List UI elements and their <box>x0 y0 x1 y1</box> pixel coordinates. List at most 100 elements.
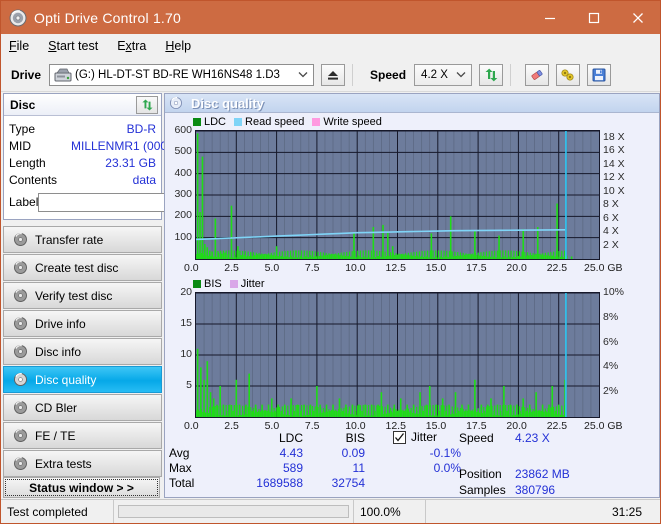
window-title: Opti Drive Control 1.70 <box>34 9 181 26</box>
disc-icon <box>10 372 30 387</box>
sidebar-nav: Transfer rate Create test disc Verify te… <box>3 226 162 477</box>
tools-button[interactable] <box>556 63 581 86</box>
readout-speed-label: Speed <box>459 431 494 445</box>
y2-tick-label: 2 X <box>603 238 619 251</box>
y2-tick-label: 6 X <box>603 211 619 224</box>
jitter-toggle[interactable]: Jitter <box>393 430 437 444</box>
chevron-down-icon[interactable] <box>453 71 469 78</box>
minimize-button[interactable] <box>528 1 572 34</box>
sidebar-item-fe-te[interactable]: FE / TE <box>3 422 162 449</box>
sidebar-item-label: Disc quality <box>35 372 97 387</box>
disc-row-mid-value: MILLENMR1 (000) <box>71 138 172 153</box>
disc-icon <box>10 400 30 415</box>
app-icon <box>9 9 27 27</box>
stats-row-max-label: Max <box>169 460 192 475</box>
y2-tick-label: 16 X <box>603 144 625 157</box>
content-header: Disc quality <box>165 94 659 113</box>
menu-bar: File Start test Extra Help <box>1 34 660 58</box>
menu-item-start-test[interactable]: Start test <box>48 37 109 55</box>
jitter-checkbox[interactable] <box>393 430 406 444</box>
disc-icon <box>10 316 30 331</box>
save-button[interactable] <box>587 63 612 86</box>
sidebar-item-disc-quality[interactable]: Disc quality <box>3 366 162 393</box>
sidebar-item-label: CD Bler <box>35 400 78 415</box>
sidebar-item-label: Transfer rate <box>35 232 104 247</box>
stats-row-max-jitter: 0.0% <box>433 460 461 475</box>
top-chart-canvas <box>195 130 599 259</box>
close-button[interactable] <box>616 1 660 34</box>
stats-header-bis: BIS <box>345 430 365 445</box>
menu-item-file[interactable]: File <box>9 37 40 55</box>
disc-panel-body: Type BD-R MID MILLENMR1 (000) Length 23.… <box>4 116 242 219</box>
eject-button[interactable] <box>321 63 346 86</box>
sidebar-item-create-test-disc[interactable]: Create test disc <box>3 254 162 281</box>
progress-cell <box>113 499 353 523</box>
status-bar: Test completed 100.0% 31:25 <box>1 499 660 523</box>
x-tick-label: 7.5 <box>304 262 320 274</box>
x-tick-label: 15.0 <box>425 262 447 274</box>
menu-item-help[interactable]: Help <box>165 37 202 55</box>
menu-extra-a: E <box>117 39 126 53</box>
x-tick-label: 2.5 <box>224 262 239 274</box>
refresh-button[interactable] <box>479 63 504 86</box>
sidebar-item-drive-info[interactable]: Drive info <box>3 310 162 337</box>
disc-row-mid: MID MILLENMR1 (000) <box>9 137 171 154</box>
readout-position-value: 23862 MB <box>515 467 570 481</box>
menu-item-extra[interactable]: Extra <box>117 37 157 55</box>
jitter-label: Jitter <box>411 430 438 444</box>
progress-percent: 100.0% <box>353 499 425 523</box>
readout-samples-value: 380796 <box>515 483 556 497</box>
stats-row-total-label: Total <box>169 475 195 490</box>
disc-row-contents-key: Contents <box>9 172 58 187</box>
y2-tick-label: 18 X <box>603 130 625 143</box>
drive-label: Drive <box>11 67 42 82</box>
bottom-chart-plot-area <box>195 292 600 418</box>
disc-icon <box>10 232 30 247</box>
speed-select[interactable]: 4.2 X <box>414 63 473 86</box>
sidebar-item-transfer-rate[interactable]: Transfer rate <box>3 226 162 253</box>
sidebar-item-cd-bler[interactable]: CD Bler <box>3 394 162 421</box>
y-tick-label: 300 <box>174 188 192 200</box>
sidebar-item-extra-tests[interactable]: Extra tests <box>3 450 162 477</box>
menu-file-accel: F <box>9 39 17 53</box>
progress-bar <box>118 505 349 518</box>
erase-button[interactable] <box>525 63 550 86</box>
stats-row-avg-bis: 0.09 <box>341 445 365 460</box>
menu-start-rest: tart test <box>56 39 99 53</box>
legend-label-ldc: LDC <box>204 115 227 128</box>
bottom-chart-canvas <box>195 292 599 417</box>
y-tick-label: 600 <box>174 124 192 136</box>
status-message: Test completed <box>7 504 88 519</box>
sidebar-item-disc-info[interactable]: Disc info <box>3 338 162 365</box>
toolbar: Drive (G:) HL-DT-ST BD-RE WH16NS48 1.D3 <box>1 58 660 92</box>
readout-panel: Speed 4.23 X Position 23862 MB Samples 3… <box>459 430 659 498</box>
sidebar-item-label: FE / TE <box>35 428 76 443</box>
content-title: Disc quality <box>191 95 264 111</box>
stats-header-ldc: LDC <box>278 430 303 445</box>
sidebar-item-verify-test-disc[interactable]: Verify test disc <box>3 282 162 309</box>
stats-row-avg-ldc: 4.43 <box>279 445 303 460</box>
app-window: Opti Drive Control 1.70 File Start test … <box>0 0 661 524</box>
sidebar-item-label: Create test disc <box>35 260 119 275</box>
stats-row-total: Total 1689588 32754 <box>169 475 469 490</box>
readout-position-label: Position <box>459 467 502 481</box>
disc-quality-panel: Disc quality LDC Read speed Write speed … <box>164 93 660 498</box>
x-tick-label: 0.0 <box>184 262 199 274</box>
x-tick-label: 12.5 <box>385 262 406 274</box>
sidebar-item-label: Drive info <box>35 316 86 331</box>
maximize-button[interactable] <box>572 1 616 34</box>
x-tick-label: 10.0 <box>345 262 366 274</box>
legend-swatch-write-speed <box>312 117 321 126</box>
status-window-button[interactable]: Status window > > <box>3 477 160 498</box>
disc-row-mid-key: MID <box>9 138 31 153</box>
x-tick-label: 22.5 <box>546 262 568 274</box>
chevron-down-icon[interactable] <box>295 71 311 78</box>
disc-row-contents-value: data <box>132 172 156 187</box>
bottom-chart: 5 10 15 20 2% 4% 6% 8% 10% 0.0 2.5 5.0 7.5 10.0 12.5… <box>165 286 659 440</box>
readout-position-row: Position 23862 MB <box>459 466 659 482</box>
disc-icon <box>10 288 30 303</box>
disc-refresh-button[interactable] <box>136 95 158 114</box>
top-chart-plot-area <box>195 130 600 260</box>
sidebar-item-label: Verify test disc <box>35 288 113 303</box>
drive-select[interactable]: (G:) HL-DT-ST BD-RE WH16NS48 1.D3 <box>49 63 315 86</box>
